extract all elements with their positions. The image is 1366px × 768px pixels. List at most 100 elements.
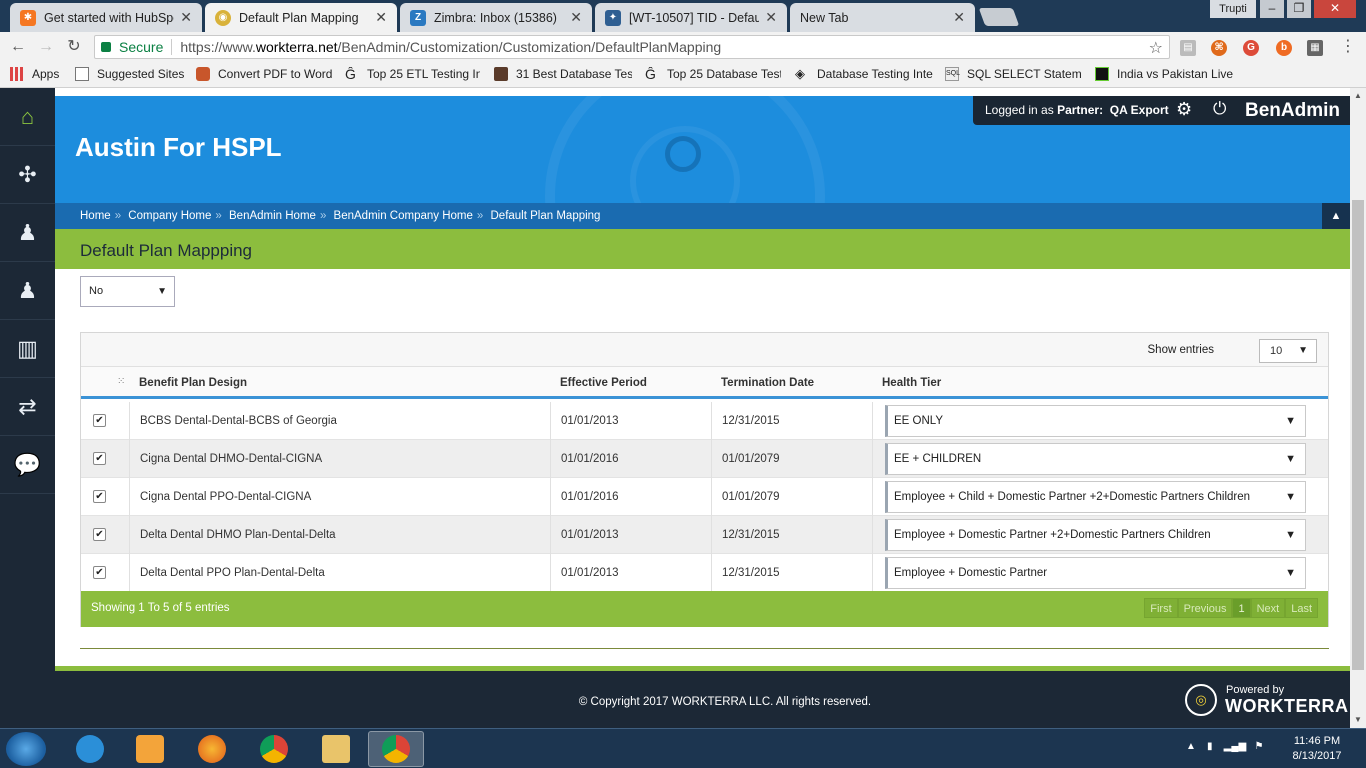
- page-scrollbar[interactable]: ▲ ▼: [1350, 88, 1366, 728]
- breadcrumb-home[interactable]: Home: [80, 210, 111, 222]
- bookmark-database-test[interactable]: Ĝ Top 25 Database Test: [645, 67, 781, 81]
- sidebar-item-transfer[interactable]: ⇄: [0, 378, 55, 436]
- forward-arrow-icon[interactable]: →: [36, 37, 56, 57]
- minimize-icon[interactable]: –: [1260, 0, 1284, 18]
- browser-toolbar: ← → ↻ Secure https://www.workterra.net/B…: [0, 32, 1366, 62]
- row-checkbox[interactable]: ✔: [93, 566, 106, 579]
- new-tab-button[interactable]: [978, 8, 1020, 26]
- close-icon[interactable]: ✕: [375, 9, 387, 26]
- sidebar-item-reports[interactable]: ▥: [0, 320, 55, 378]
- bookmark-star-icon[interactable]: ☆: [1149, 38, 1163, 58]
- bookmark-apps[interactable]: Apps: [10, 67, 59, 81]
- column-header-effective[interactable]: Effective Period: [560, 377, 647, 389]
- secure-indicator[interactable]: Secure: [95, 39, 163, 55]
- flag-icon[interactable]: ⚑: [1254, 741, 1263, 752]
- browser-tab-jira[interactable]: ✦ [WT-10507] TID - Default ✕: [595, 3, 787, 32]
- table-row: ✔ BCBS Dental-Dental-BCBS of Georgia 01/…: [81, 402, 1328, 440]
- sidebar-item-user-admin[interactable]: ♟: [0, 204, 55, 262]
- scroll-up-icon[interactable]: ▲: [1350, 88, 1366, 104]
- scroll-down-icon[interactable]: ▼: [1350, 712, 1366, 728]
- breadcrumb-company-home[interactable]: Company Home: [128, 210, 211, 222]
- tray-expand-icon[interactable]: ▲: [1186, 741, 1196, 752]
- bookmark-suggested-sites[interactable]: Suggested Sites: [75, 67, 185, 81]
- battery-icon[interactable]: ▮: [1207, 741, 1213, 752]
- browser-tab-zimbra[interactable]: Z Zimbra: Inbox (15386) ✕: [400, 3, 592, 32]
- restore-icon[interactable]: ❐: [1287, 0, 1311, 18]
- health-tier-select[interactable]: EE + CHILDREN ▼: [885, 443, 1306, 475]
- sidebar-item-messages[interactable]: 💬: [0, 436, 55, 494]
- reload-icon[interactable]: ↻: [64, 37, 84, 57]
- chrome-icon: [260, 735, 288, 763]
- column-header-health-tier[interactable]: Health Tier: [882, 377, 941, 389]
- taskbar-file-explorer[interactable]: [308, 731, 364, 767]
- sidebar-item-users[interactable]: ♟: [0, 262, 55, 320]
- entries-per-page-select[interactable]: 10 ▼: [1259, 339, 1317, 363]
- sort-icon[interactable]: ⁙: [117, 376, 125, 387]
- breadcrumb-benadmin-company-home[interactable]: BenAdmin Company Home: [334, 210, 473, 222]
- close-icon[interactable]: ✕: [570, 9, 582, 26]
- bookmark-india-vs-pakistan[interactable]: India vs Pakistan Live: [1095, 67, 1235, 81]
- row-checkbox[interactable]: ✔: [93, 528, 106, 541]
- plan-mapping-grid: Show entries 10 ▼ ⁙ Benefit Plan Design …: [80, 332, 1329, 627]
- column-header-termination[interactable]: Termination Date: [721, 377, 814, 389]
- browser-tab-hubspot[interactable]: ✱ Get started with HubSpo ✕: [10, 3, 202, 32]
- secure-label: Secure: [119, 39, 164, 55]
- extension-badge-icon[interactable]: ▦: [1307, 40, 1323, 56]
- close-icon[interactable]: ✕: [180, 9, 192, 26]
- menu-kebab-icon[interactable]: ⋮: [1338, 37, 1358, 57]
- hubspot-extension-icon[interactable]: b: [1276, 40, 1292, 56]
- pdf-extension-icon[interactable]: ▤: [1180, 40, 1196, 56]
- start-button[interactable]: [6, 732, 46, 766]
- row-checkbox[interactable]: ✔: [93, 490, 106, 503]
- breadcrumb-separator: »: [114, 210, 122, 222]
- url-prefix: https://www.: [180, 39, 256, 55]
- pager-next-button[interactable]: Next: [1250, 598, 1286, 618]
- bookmark-etl-testing[interactable]: Ĝ Top 25 ETL Testing In: [345, 67, 480, 81]
- pager-first-button[interactable]: First: [1144, 598, 1178, 618]
- taskbar-internet-explorer[interactable]: [62, 731, 118, 767]
- breadcrumb-benadmin-home[interactable]: BenAdmin Home: [229, 210, 316, 222]
- bookmark-31-best-database[interactable]: 31 Best Database Tes: [494, 67, 632, 81]
- gear-icon[interactable]: ⚙: [1176, 99, 1192, 120]
- address-bar[interactable]: Secure https://www.workterra.net/BenAdmi…: [94, 35, 1170, 59]
- extension-icon[interactable]: ⌘: [1211, 40, 1227, 56]
- sidebar-item-customization[interactable]: ✣: [0, 146, 55, 204]
- back-arrow-icon[interactable]: ←: [8, 37, 28, 57]
- pager-page-1-button[interactable]: 1: [1232, 598, 1251, 618]
- taskbar-chrome-active[interactable]: [368, 731, 424, 767]
- pager-previous-button[interactable]: Previous: [1177, 598, 1233, 618]
- power-icon[interactable]: ⏻: [1213, 99, 1226, 119]
- entries-selected-value: 10: [1270, 345, 1283, 357]
- row-checkbox[interactable]: ✔: [93, 452, 106, 465]
- filter-select[interactable]: No ▼: [80, 276, 175, 307]
- tab-title: [WT-10507] TID - Default: [629, 10, 760, 25]
- health-tier-select[interactable]: Employee + Domestic Partner +2+Domestic …: [885, 519, 1306, 551]
- row-checkbox[interactable]: ✔: [93, 414, 106, 427]
- health-tier-select[interactable]: EE ONLY ▼: [885, 405, 1306, 437]
- taskbar-clock[interactable]: 11:46 PM 8/13/2017: [1282, 734, 1352, 764]
- taskbar-firefox[interactable]: [184, 731, 240, 767]
- bookmark-convert-pdf[interactable]: Convert PDF to Word: [196, 67, 332, 81]
- browser-tab-default-plan-mapping[interactable]: ◉ Default Plan Mapping ✕: [205, 3, 397, 32]
- window-close-icon[interactable]: ✕: [1314, 0, 1356, 18]
- sidebar-item-home[interactable]: ⌂: [0, 88, 55, 146]
- taskbar-media-player[interactable]: [122, 731, 178, 767]
- lock-icon: [101, 42, 111, 52]
- browser-tab-new[interactable]: New Tab ✕: [790, 3, 975, 32]
- pager-last-button[interactable]: Last: [1285, 598, 1318, 618]
- column-header-plan[interactable]: Benefit Plan Design: [139, 377, 247, 389]
- close-icon[interactable]: ✕: [953, 9, 965, 26]
- collapse-banner-button[interactable]: ▲: [1322, 203, 1350, 229]
- bookmark-sql-select[interactable]: SQL SQL SELECT Statemen: [945, 67, 1081, 81]
- bookmark-database-testing-inte[interactable]: ◈ Database Testing Inte: [795, 67, 933, 81]
- health-tier-select[interactable]: Employee + Child + Domestic Partner +2+D…: [885, 481, 1306, 513]
- network-icon[interactable]: ▂▄▆: [1224, 741, 1246, 752]
- breadcrumb-bar: Home» Company Home» BenAdmin Home» BenAd…: [55, 203, 1350, 229]
- taskbar-chrome[interactable]: [246, 731, 302, 767]
- powered-by-label: Powered by: [1226, 684, 1285, 696]
- scrollbar-thumb[interactable]: [1352, 200, 1364, 670]
- url-domain: workterra.net: [255, 39, 338, 55]
- google-plus-icon[interactable]: G: [1243, 40, 1259, 56]
- close-icon[interactable]: ✕: [765, 9, 777, 26]
- health-tier-select[interactable]: Employee + Domestic Partner ▼: [885, 557, 1306, 589]
